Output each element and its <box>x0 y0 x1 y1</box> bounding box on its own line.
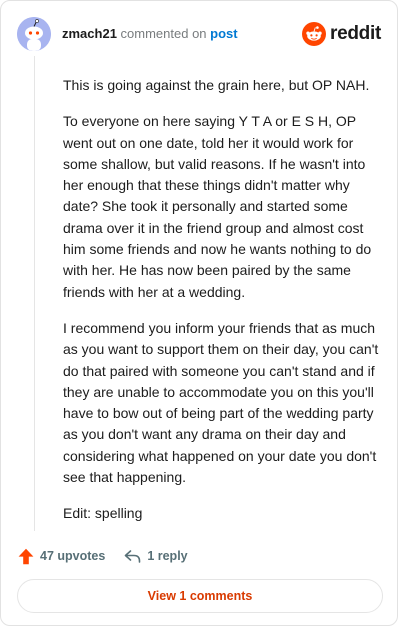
user-avatar[interactable] <box>17 17 51 51</box>
comment-body: This is going against the grain here, bu… <box>63 75 381 540</box>
comment-actions: 47 upvotes 1 reply <box>18 545 188 567</box>
comment-header: zmach21 commented on post reddit <box>17 17 381 51</box>
reddit-logo[interactable]: reddit <box>302 21 381 47</box>
reddit-snoo-logo-icon <box>302 22 327 46</box>
comment-meta: zmach21 commented on post <box>62 26 238 41</box>
thread-line <box>34 56 35 531</box>
comment-paragraph: I recommend you inform your friends that… <box>63 319 379 486</box>
comment-paragraph: This is going against the grain here, bu… <box>63 77 370 93</box>
comment-paragraph: To everyone on here saying Y T A or E S … <box>63 113 372 300</box>
reddit-wordmark: reddit <box>330 23 381 44</box>
reply-arrow-icon <box>125 549 141 563</box>
view-comments-button[interactable]: View 1 comments <box>17 579 383 613</box>
reply-button[interactable]: 1 reply <box>124 549 188 564</box>
action-text: commented on <box>120 26 207 41</box>
author-username[interactable]: zmach21 <box>62 26 117 41</box>
upvote-button[interactable]: 47 upvotes <box>18 548 105 565</box>
comment-card: zmach21 commented on post reddit This is… <box>0 0 398 626</box>
post-link[interactable]: post <box>210 26 237 41</box>
comment-paragraph: Edit: spelling <box>63 505 143 522</box>
reply-count: 1 reply <box>147 549 188 563</box>
snoo-avatar-icon <box>17 17 51 51</box>
upvote-arrow-icon <box>18 548 34 564</box>
upvote-count: 47 upvotes <box>40 549 106 563</box>
